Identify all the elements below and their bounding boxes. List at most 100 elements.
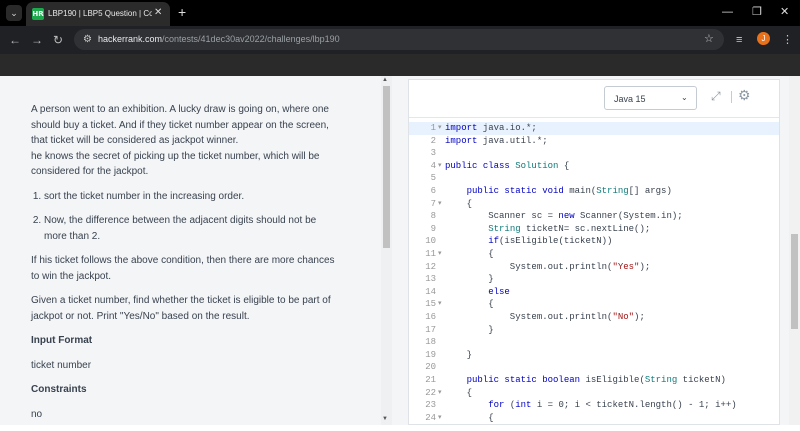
code-line[interactable]: 3 [409, 147, 779, 160]
constraints-text: no [31, 408, 43, 420]
fold-toggle-icon[interactable]: ▾ [438, 387, 442, 400]
line-number: 23 [425, 400, 436, 411]
fold-toggle-icon[interactable]: ▾ [438, 160, 442, 173]
code-text[interactable]: { [445, 248, 493, 261]
line-number: 4 [430, 160, 436, 171]
menu-dots-icon[interactable]: ⋮ [782, 32, 793, 48]
code-text[interactable]: import java.util.*; [445, 135, 548, 148]
line-number: 18 [425, 337, 436, 348]
code-text[interactable]: public static boolean isEligible(String … [445, 374, 726, 387]
code-text[interactable]: for (int i = 0; i < ticketN.length() - 1… [445, 399, 736, 412]
code-line[interactable]: 6 public static void main(String[] args) [409, 185, 779, 198]
page-scrollbar[interactable] [789, 76, 800, 425]
line-number: 20 [425, 362, 436, 373]
code-line[interactable]: 15 ▾ { [409, 298, 779, 311]
url-text[interactable]: hackerrank.com/contests/41dec30av2022/ch… [98, 33, 340, 46]
hackerrank-favicon-icon: HR [32, 8, 44, 20]
language-select[interactable]: Java 15 ⌄ [604, 86, 697, 110]
list-item: Now, the difference between the adjacent… [44, 213, 341, 244]
code-text[interactable]: public static void main(String[] args) [445, 185, 672, 198]
window-close-icon[interactable]: ✕ [780, 5, 789, 19]
fold-toggle-icon[interactable]: ▾ [438, 298, 442, 311]
code-line[interactable]: 9 String ticketN= sc.nextLine(); [409, 223, 779, 236]
toolbar-divider [731, 91, 732, 103]
browser-tab[interactable]: HR LBP190 | LBP5 Question | Conte ✕ [26, 2, 170, 26]
line-number: 3 [430, 148, 436, 159]
code-text[interactable]: } [445, 349, 472, 362]
close-icon[interactable]: ✕ [154, 7, 162, 19]
code-text[interactable]: else [445, 286, 510, 299]
code-line[interactable]: 5 [409, 172, 779, 185]
gear-icon[interactable]: ⚙ [738, 87, 751, 103]
tab-menu-icon[interactable]: ⌄ [6, 5, 22, 21]
expand-icon[interactable]: ⤢ [711, 89, 721, 103]
code-line[interactable]: 7 ▾ { [409, 198, 779, 211]
code-text[interactable]: } [445, 324, 493, 337]
plus-icon[interactable]: + [178, 4, 186, 20]
scrollbar-thumb[interactable] [791, 234, 798, 329]
scroll-down-icon[interactable]: ▼ [382, 416, 388, 422]
code-text[interactable]: { [445, 198, 472, 211]
minimize-icon[interactable]: — [722, 5, 733, 19]
code-line[interactable]: 2 import java.util.*; [409, 135, 779, 148]
tab-title: LBP190 | LBP5 Question | Conte [48, 9, 152, 18]
code-line[interactable]: 13 } [409, 273, 779, 286]
reload-icon[interactable]: ↻ [53, 32, 63, 48]
code-text[interactable]: if(isEligible(ticketN)) [445, 235, 612, 248]
forward-icon[interactable]: → [31, 32, 43, 48]
code-line[interactable]: 17 } [409, 324, 779, 337]
star-icon[interactable]: ☆ [704, 33, 714, 46]
url-path: /contests/41dec30av2022/challenges/lbp19… [162, 34, 340, 44]
code-line[interactable]: 14 else [409, 286, 779, 299]
code-text[interactable]: System.out.println("No"); [445, 311, 645, 324]
browser-toolbar: ← → ↻ ⚙ hackerrank.com/contests/41dec30a… [0, 26, 800, 54]
code-text[interactable]: String ticketN= sc.nextLine(); [445, 223, 650, 236]
code-area[interactable]: 1 ▾ import java.io.*; 2 import java.util.*; 3… [409, 117, 779, 425]
code-line[interactable]: 20 [409, 361, 779, 374]
scrollbar-thumb[interactable] [383, 86, 390, 248]
code-text[interactable]: System.out.println("Yes"); [445, 261, 650, 274]
input-format-text: ticket number [31, 359, 92, 371]
address-bar[interactable]: ⚙ hackerrank.com/contests/41dec30av2022/… [74, 29, 724, 50]
avatar[interactable]: J [757, 32, 770, 45]
site-info-icon[interactable]: ⚙ [83, 33, 92, 46]
fold-toggle-icon[interactable]: ▾ [438, 412, 442, 425]
problem-scrollbar[interactable]: ▲ ▼ [381, 76, 392, 425]
media-icon[interactable]: ≡ [736, 32, 742, 48]
line-number: 15 [425, 299, 436, 310]
code-line[interactable]: 16 System.out.println("No"); [409, 311, 779, 324]
chevron-down-icon: ⌄ [681, 93, 688, 102]
code-line[interactable]: 4 ▾ public class Solution { [409, 160, 779, 173]
line-number: 21 [425, 375, 436, 385]
code-line[interactable]: 23 for (int i = 0; i < ticketN.length() … [409, 399, 779, 412]
code-line[interactable]: 11 ▾ { [409, 248, 779, 261]
code-line[interactable]: 12 System.out.println("Yes"); [409, 261, 779, 274]
code-line[interactable]: 19 } [409, 349, 779, 362]
input-format-heading: Input Format [31, 335, 93, 346]
code-line[interactable]: 18 [409, 336, 779, 349]
restore-icon[interactable]: ❐ [752, 5, 762, 19]
back-icon[interactable]: ← [9, 32, 21, 48]
url-host: hackerrank.com [98, 34, 163, 44]
code-text[interactable]: { [445, 412, 493, 425]
code-line[interactable]: 10 if(isEligible(ticketN)) [409, 235, 779, 248]
code-line[interactable]: 24 ▾ { [409, 412, 779, 425]
code-text[interactable]: import java.io.*; [445, 122, 537, 135]
code-line[interactable]: 1 ▾ import java.io.*; [409, 122, 779, 135]
steps-list: sort the ticket number in the increasing… [44, 189, 341, 245]
line-number: 7 [430, 198, 436, 209]
code-text[interactable]: { [445, 387, 472, 400]
scroll-up-icon[interactable]: ▲ [382, 77, 388, 83]
code-text[interactable]: { [445, 298, 493, 311]
code-line[interactable]: 22 ▾ { [409, 387, 779, 400]
code-line[interactable]: 8 Scanner sc = new Scanner(System.in); [409, 210, 779, 223]
fold-toggle-icon[interactable]: ▾ [438, 248, 442, 261]
code-text[interactable]: } [445, 273, 493, 286]
code-text[interactable]: Scanner sc = new Scanner(System.in); [445, 210, 682, 223]
line-number: 1 [430, 123, 436, 133]
problem-statement: A person went to an exhibition. A lucky … [31, 102, 341, 431]
code-text[interactable]: public class Solution { [445, 160, 569, 173]
fold-toggle-icon[interactable]: ▾ [438, 122, 442, 135]
code-line[interactable]: 21 public static boolean isEligible(Stri… [409, 374, 779, 387]
fold-toggle-icon[interactable]: ▾ [438, 198, 442, 211]
